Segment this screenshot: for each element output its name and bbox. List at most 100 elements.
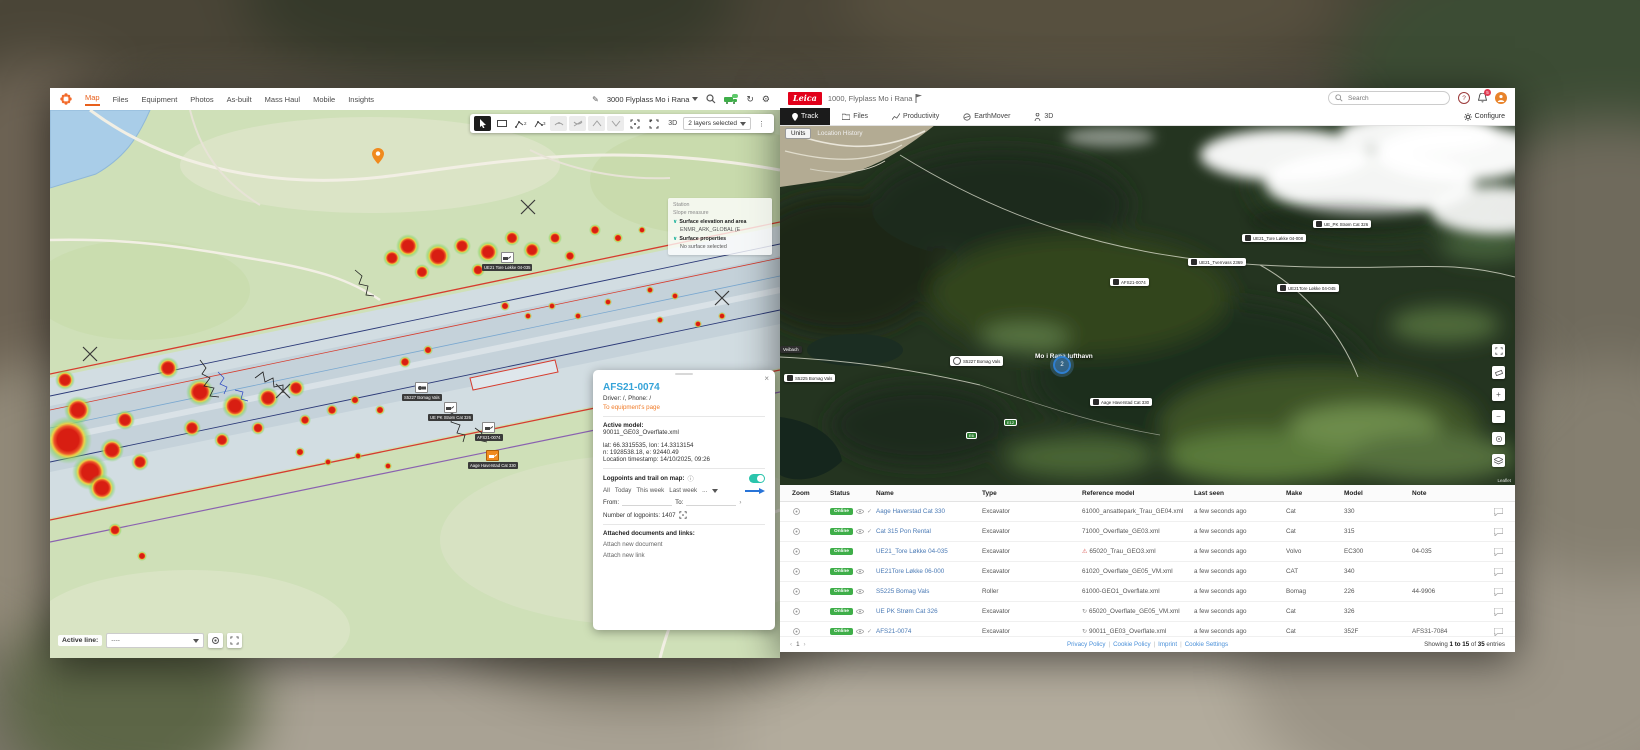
zoom-out-button[interactable]: − xyxy=(1492,410,1505,423)
nav-item-masshaul[interactable]: Mass Haul xyxy=(265,95,300,104)
eye-icon[interactable] xyxy=(856,509,864,514)
filter-today[interactable]: Today xyxy=(615,487,632,494)
layers-button[interactable] xyxy=(1492,454,1505,467)
unit-chip[interactable]: UE21_Tverrvass 2369 xyxy=(1188,258,1246,266)
trail-check-icon[interactable]: ✓ xyxy=(867,508,872,515)
col-name[interactable]: Name xyxy=(876,490,982,497)
history-clock-icon[interactable]: ↻ xyxy=(746,94,754,105)
tab-productivity[interactable]: Productivity xyxy=(880,108,951,125)
unit-name-link[interactable]: UE21_Tore Løkke 04-035 xyxy=(876,548,982,555)
trail-check-icon[interactable]: ✓ xyxy=(867,528,872,535)
col-status[interactable]: Status xyxy=(830,490,876,497)
machine-marker[interactable]: S5227 Bomag Vals xyxy=(402,382,442,401)
machine-status-icon[interactable] xyxy=(724,94,738,104)
unit-chip[interactable]: UE21Tore Løkke 04-045 xyxy=(1277,284,1339,292)
fit-view-button[interactable] xyxy=(227,633,242,648)
polyline-3-button[interactable]: 3 xyxy=(531,116,548,131)
drag-handle[interactable] xyxy=(675,373,693,375)
unit-name-link[interactable]: UE21Tore Løkke 06-000 xyxy=(876,568,982,575)
unit-name-link[interactable]: AFS21-0074 xyxy=(876,628,982,635)
current-page[interactable]: 1 xyxy=(796,641,799,648)
tab-3d[interactable]: 3D xyxy=(1022,108,1065,125)
cluster-marker[interactable]: 2 xyxy=(1053,356,1071,374)
unit-chip[interactable]: UE_PK Strøm Cat 326 xyxy=(1313,220,1371,228)
subtab-location-history[interactable]: Location History xyxy=(817,130,862,137)
nav-item-map[interactable]: Map xyxy=(85,93,100,106)
eye-icon[interactable] xyxy=(856,569,864,574)
right-map[interactable]: Units Location History Mo i Rana lufthav… xyxy=(780,125,1515,485)
zoom-to-unit-icon[interactable] xyxy=(792,607,801,616)
measure-button[interactable] xyxy=(1492,366,1505,379)
unit-chip[interactable]: S5227 Bomag Vals xyxy=(950,356,1003,366)
layers-selector[interactable]: 2 layers selected xyxy=(683,117,751,130)
table-row[interactable]: Online UE21_Tore Løkke 04-035 Excavator … xyxy=(780,542,1515,562)
eye-icon[interactable] xyxy=(856,609,864,614)
col-zoom[interactable]: Zoom xyxy=(792,490,830,497)
nav-item-asbuilt[interactable]: As-built xyxy=(227,95,252,104)
filter-more[interactable]: ... xyxy=(702,487,707,494)
notifications-bell[interactable]: 5 xyxy=(1478,93,1487,103)
attach-document-link[interactable]: Attach new document xyxy=(603,541,765,548)
measure-rect-button[interactable] xyxy=(493,116,510,131)
date-next-button[interactable]: › xyxy=(739,499,741,506)
trail-check-icon[interactable]: ✓ xyxy=(867,628,872,635)
logpoints-toggle[interactable] xyxy=(749,474,765,483)
prev-page-button[interactable]: ‹ xyxy=(790,641,792,648)
zoom-to-unit-icon[interactable] xyxy=(792,507,801,516)
select-area-button[interactable] xyxy=(626,116,643,131)
nav-item-equipment[interactable]: Equipment xyxy=(141,95,177,104)
zoom-to-unit-icon[interactable] xyxy=(792,627,801,636)
edit-pencil-icon[interactable]: ✎ xyxy=(592,95,599,104)
next-page-button[interactable]: › xyxy=(804,641,806,648)
chat-icon[interactable] xyxy=(1494,628,1503,636)
table-row[interactable]: Online S5225 Bomag Vals Roller 61000-GEO… xyxy=(780,582,1515,602)
slope-tool-button[interactable] xyxy=(550,116,567,131)
filter-all[interactable]: All xyxy=(603,487,610,494)
zoom-to-unit-icon[interactable] xyxy=(792,587,801,596)
unit-chip[interactable]: S5225 Bomag Vals xyxy=(784,374,835,382)
col-type[interactable]: Type xyxy=(982,490,1082,497)
col-last-seen[interactable]: Last seen xyxy=(1194,490,1286,497)
search-box[interactable] xyxy=(1328,91,1450,105)
profile-up-button[interactable] xyxy=(588,116,605,131)
user-avatar[interactable] xyxy=(1495,92,1507,104)
zoom-to-logpoints-icon[interactable] xyxy=(679,511,687,519)
subtab-units[interactable]: Units xyxy=(785,128,811,139)
col-make[interactable]: Make xyxy=(1286,490,1344,497)
chat-icon[interactable] xyxy=(1494,548,1503,556)
machine-marker-selected[interactable]: AFS21-0074 xyxy=(475,422,503,441)
imprint-link[interactable]: Imprint xyxy=(1158,641,1177,648)
fit-extent-button[interactable] xyxy=(645,116,662,131)
map-label-dark-chip[interactable]: Veibach xyxy=(780,346,802,353)
chat-icon[interactable] xyxy=(1494,608,1503,616)
equipment-page-link[interactable]: To equipment's page xyxy=(603,404,765,411)
unit-chip[interactable]: Aage Haverstad Cat 330 xyxy=(1090,398,1152,406)
mode-3d-button[interactable]: 3D xyxy=(664,116,681,131)
close-icon[interactable]: × xyxy=(764,374,769,383)
nav-item-insights[interactable]: Insights xyxy=(348,95,374,104)
locate-button[interactable] xyxy=(1492,432,1505,445)
surface-elevation-group[interactable]: ∨Surface elevation and area xyxy=(673,219,767,225)
table-row[interactable]: Online✓ Cat 315 Pon Rental Excavator 710… xyxy=(780,522,1515,542)
col-note[interactable]: Note xyxy=(1412,490,1470,497)
configure-button[interactable]: Configure xyxy=(1464,108,1515,125)
from-date-input[interactable] xyxy=(622,498,672,506)
filter-last-week[interactable]: Last week xyxy=(669,487,697,494)
nav-item-files[interactable]: Files xyxy=(113,95,129,104)
unit-chip-afs21[interactable]: AFS21-0074 xyxy=(1110,278,1149,286)
unit-name-link[interactable]: Cat 315 Pon Rental xyxy=(876,528,982,535)
map-attribution[interactable]: Leaflet xyxy=(1497,478,1511,483)
unit-name-link[interactable]: S5225 Bomag Vals xyxy=(876,588,982,595)
slope-off-tool-button[interactable] xyxy=(569,116,586,131)
eye-icon[interactable] xyxy=(856,629,864,634)
polyline-2-button[interactable]: 2 xyxy=(512,116,529,131)
cookie-policy-link[interactable]: Cookie Policy xyxy=(1113,641,1151,648)
nav-item-photos[interactable]: Photos xyxy=(190,95,213,104)
more-options-button[interactable]: ⋮ xyxy=(753,116,770,131)
machine-marker[interactable]: UE21 Tore Løkke 04-035 xyxy=(482,252,532,271)
settings-gear-icon[interactable]: ⚙ xyxy=(762,94,770,105)
col-reference-model[interactable]: Reference model xyxy=(1082,490,1194,497)
search-icon[interactable] xyxy=(706,94,716,104)
eye-icon[interactable] xyxy=(856,529,864,534)
zoom-to-unit-icon[interactable] xyxy=(792,527,801,536)
